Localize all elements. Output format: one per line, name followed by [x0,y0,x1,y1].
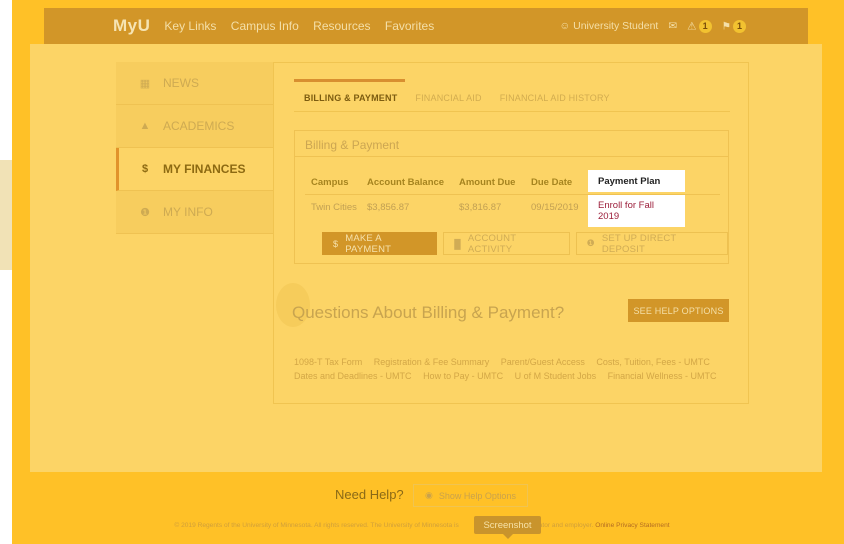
billing-actions: $ MAKE A PAYMENT █ ACCOUNT ACTIVITY ❶ SE… [322,232,728,255]
link-student-jobs[interactable]: U of M Student Jobs [515,371,597,381]
menu-item-news[interactable]: ▦ NEWS [116,62,274,105]
cell-account-balance: $3,856.87 [367,201,410,213]
need-help-text: Need Help? [335,487,404,502]
myu-logo[interactable]: MyU [113,16,150,36]
link-1098t[interactable]: 1098-T Tax Form [294,357,362,367]
newspaper-icon: ▦ [139,77,151,90]
show-help-options-button[interactable]: ◉ Show Help Options [413,484,528,507]
col-payment-plan: Payment Plan [588,170,685,192]
direct-deposit-label: SET UP DIRECT DEPOSIT [601,232,677,255]
finances-card: BILLING & PAYMENT FINANCIAL AID FINANCIA… [273,62,749,404]
help-links-row: Dates and Deadlines - UMTC How to Pay - … [294,369,734,383]
nav-resources[interactable]: Resources [313,19,370,33]
menu-item-label: ACADEMICS [163,119,235,133]
menu-item-my-finances[interactable]: $ MY FINANCES [116,148,274,191]
account-activity-label: ACCOUNT ACTIVITY [467,232,517,255]
user-icon: ☺ [559,20,571,32]
nav-campus-info[interactable]: Campus Info [231,19,299,33]
tab-billing-payment[interactable]: BILLING & PAYMENT [294,79,406,113]
menu-item-label: MY FINANCES [163,162,246,176]
top-nav: Key Links Campus Info Resources Favorite… [164,19,445,33]
user-label: University Student [573,20,659,32]
alerts[interactable]: ⚠ 1 [687,19,712,33]
make-payment-button[interactable]: $ MAKE A PAYMENT [322,232,438,255]
link-dates-deadlines[interactable]: Dates and Deadlines - UMTC [294,371,412,381]
make-payment-label: MAKE A PAYMENT [345,232,392,255]
eye-icon: ◉ [425,490,433,500]
cell-amount-due: $3,816.87 [459,201,502,213]
dollar-icon: $ [141,163,149,175]
account-activity-button[interactable]: █ ACCOUNT ACTIVITY [443,232,570,255]
bar-chart-icon: █ [454,238,461,249]
user-menu[interactable]: ☺ University Student [559,20,658,32]
screenshot-tooltip: Screenshot [474,516,541,539]
graduation-cap-icon: ▲ [139,120,151,132]
side-strip [0,160,12,270]
copyright-pre: © 2019 Regents of the University of Minn… [174,522,459,529]
link-financial-wellness[interactable]: Financial Wellness - UMTC [608,371,717,381]
help-links-row: 1098-T Tax Form Registration & Fee Summa… [294,355,734,369]
warning-icon: ⚠ [687,20,697,32]
menu-item-label: MY INFO [163,205,213,219]
finance-tabs: BILLING & PAYMENT FINANCIAL AID FINANCIA… [294,79,618,113]
cell-campus: Twin Cities [311,201,357,213]
tab-financial-aid-history[interactable]: FINANCIAL AID HISTORY [490,79,618,113]
flags[interactable]: ⚑ 1 [721,19,746,33]
alert-count-badge: 1 [698,19,712,33]
info-icon: ❶ [586,238,595,248]
link-registration-fee[interactable]: Registration & Fee Summary [374,357,490,367]
show-help-label: Show Help Options [438,490,516,501]
link-parent-guest[interactable]: Parent/Guest Access [501,357,585,367]
col-account-balance: Account Balance [367,177,445,188]
col-amount-due: Amount Due [459,177,516,188]
tab-divider [294,111,730,112]
nav-favorites[interactable]: Favorites [385,19,434,33]
flag-count-badge: 1 [733,19,746,33]
questions-title: Questions About Billing & Payment? [292,303,565,322]
link-how-to-pay[interactable]: How to Pay - UMTC [423,371,503,381]
info-icon: ❶ [140,206,150,219]
menu-item-my-info[interactable]: ❶ MY INFO [116,191,274,234]
topbar-right: ☺ University Student ✉ ⚠ 1 ⚑ 1 [559,19,808,33]
nav-key-links[interactable]: Key Links [164,19,216,33]
side-menu: ▦ NEWS ▲ ACADEMICS $ MY FINANCES ❶ MY IN… [116,62,274,234]
billing-payment-panel: Billing & Payment Campus Account Balance… [294,130,729,264]
help-links: 1098-T Tax Form Registration & Fee Summa… [294,355,734,383]
direct-deposit-button[interactable]: ❶ SET UP DIRECT DEPOSIT [575,232,728,255]
col-campus: Campus [311,177,349,188]
menu-item-academics[interactable]: ▲ ACADEMICS [116,105,274,148]
privacy-link[interactable]: Online Privacy Statement [595,522,669,529]
billing-panel-title: Billing & Payment [295,131,728,157]
top-nav-bar: MyU Key Links Campus Info Resources Favo… [44,8,808,44]
see-help-options-button[interactable]: SEE HELP OPTIONS [628,299,729,322]
link-costs-tuition[interactable]: Costs, Tuition, Fees - UMTC [596,357,710,367]
mail-icon[interactable]: ✉ [668,20,677,32]
tab-financial-aid[interactable]: FINANCIAL AID [405,79,489,113]
flag-icon: ⚑ [721,20,731,32]
menu-item-label: NEWS [163,76,199,90]
copyright-text: © 2019 Regents of the University of Minn… [0,522,844,529]
enroll-fall-2019-link[interactable]: Enroll for Fall 2019 [588,195,685,227]
dollar-icon: $ [333,238,339,249]
